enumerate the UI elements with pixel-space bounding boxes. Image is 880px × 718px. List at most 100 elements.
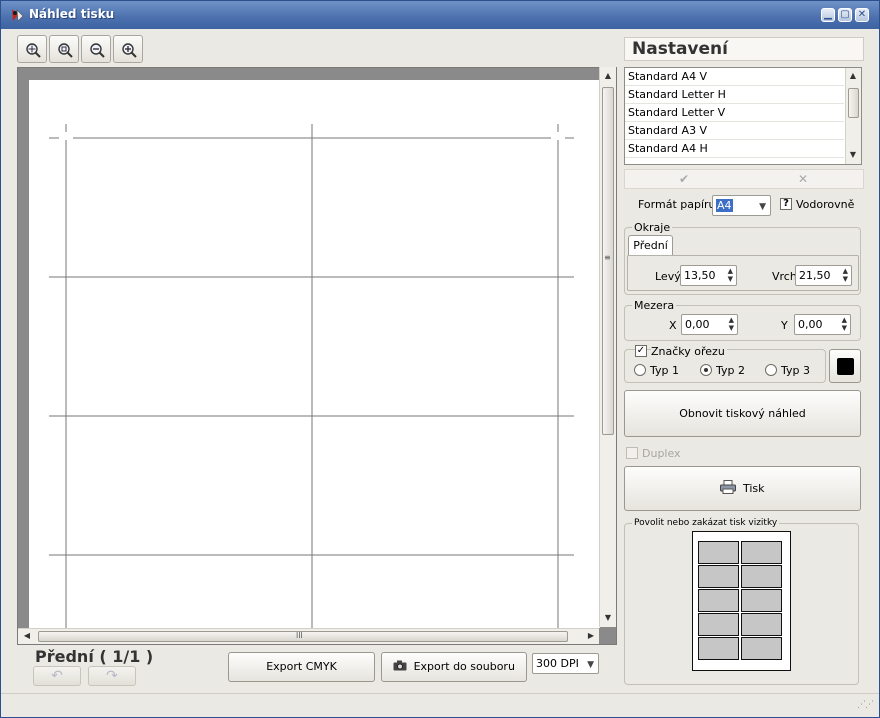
refresh-preview-button[interactable]: Obnovit tiskový náhled	[624, 390, 861, 437]
spinner-arrows-icon[interactable]: ▲ ▼	[729, 316, 734, 332]
cards-group-title: Povolit nebo zakázat tisk vizitky	[632, 518, 780, 528]
list-item[interactable]: Standard Letter V	[625, 104, 844, 122]
scroll-down-icon[interactable]: ▼	[846, 148, 860, 162]
crop-color-button[interactable]	[829, 349, 861, 383]
redo-icon: ↷	[106, 668, 118, 684]
presets-list[interactable]: Standard A4 V Standard Letter H Standard…	[624, 67, 862, 165]
resize-grip-icon[interactable]: ⋰⋰	[857, 700, 874, 710]
zoom-page-button[interactable]	[49, 35, 79, 63]
zoom-page-icon	[58, 43, 73, 58]
refresh-preview-label: Obnovit tiskový náhled	[679, 407, 806, 420]
list-item[interactable]: Standard Letter H	[625, 86, 844, 104]
color-swatch	[837, 358, 854, 375]
preview-page	[29, 80, 600, 640]
list-item[interactable]: Standard A4 H	[625, 140, 844, 158]
card-toggle[interactable]	[741, 541, 782, 564]
zoom-in-icon	[122, 43, 137, 58]
crop-type-1-radio[interactable]	[634, 364, 646, 376]
gap-title: Mezera	[632, 299, 677, 312]
preview-area[interactable]	[17, 67, 617, 645]
horizontal-scrollbar[interactable]: ◀ lll ▶	[18, 628, 599, 644]
close-button[interactable]: ✕	[855, 8, 869, 22]
horizontal-scroll-thumb[interactable]	[38, 631, 568, 642]
scroll-down-icon[interactable]: ▼	[601, 611, 615, 625]
crop-type-3-radio[interactable]	[765, 364, 777, 376]
preset-action-bar: ✔ ✕	[624, 169, 864, 189]
window-title: Náhled tisku	[29, 7, 115, 21]
left-margin-value: 13,50	[684, 269, 716, 282]
crop-type-2-label: Typ 2	[716, 364, 745, 377]
crop-marks-label: Značky ořezu	[651, 345, 727, 358]
undo-button[interactable]: ↶	[33, 666, 81, 686]
spinner-arrows-icon[interactable]: ▲ ▼	[843, 267, 848, 283]
card-toggle[interactable]	[698, 637, 739, 660]
chevron-down-icon: ▼	[759, 202, 766, 212]
minimize-button[interactable]: ▁	[821, 8, 835, 22]
gap-y-input[interactable]: 0,00 ▲ ▼	[794, 314, 851, 335]
card-toggle[interactable]	[698, 613, 739, 636]
margins-title: Okraje	[632, 221, 673, 234]
left-margin-input[interactable]: 13,50 ▲ ▼	[680, 265, 737, 286]
vertical-grip: ≡	[604, 253, 611, 262]
crop-type-2-radio[interactable]	[700, 364, 712, 376]
card-toggle[interactable]	[741, 565, 782, 588]
gap-x-input[interactable]: 0,00 ▲ ▼	[681, 314, 738, 335]
gap-y-label: Y	[781, 319, 788, 332]
print-button[interactable]: Tisk	[624, 466, 861, 511]
card-toggle[interactable]	[741, 637, 782, 660]
zoom-in-button[interactable]	[113, 35, 143, 63]
dpi-select[interactable]: 300 DPI ▼	[532, 653, 599, 674]
paper-format-label: Formát papíru	[638, 198, 716, 211]
top-margin-input[interactable]: 21,50 ▲ ▼	[795, 265, 852, 286]
print-label: Tisk	[742, 482, 765, 495]
scroll-left-icon[interactable]: ◀	[20, 629, 34, 643]
presets-scroll-thumb[interactable]	[848, 88, 859, 118]
gap-x-value: 0,00	[685, 318, 710, 331]
title-bar: Náhled tisku ▁ ▢ ✕	[1, 1, 879, 29]
paper-format-select[interactable]: A4 ▼	[712, 195, 771, 216]
export-cmyk-button[interactable]: Export CMYK	[228, 652, 375, 682]
apply-icon[interactable]: ✔	[679, 172, 689, 186]
dpi-value: 300 DPI	[536, 657, 579, 670]
list-item[interactable]: Standard A4 V	[625, 68, 844, 86]
settings-title: Nastavení	[624, 37, 864, 61]
redo-button[interactable]: ↷	[88, 666, 136, 686]
card-toggle[interactable]	[698, 589, 739, 612]
zoom-fit-button[interactable]	[17, 35, 47, 63]
tab-front[interactable]: Přední	[628, 235, 673, 256]
presets-scrollbar[interactable]: ▲ ▼	[845, 68, 861, 164]
crop-type-3-label: Typ 3	[781, 364, 810, 377]
print-preview-window: Náhled tisku ▁ ▢ ✕ ▲ ≡ ▼ ◀ lll ▶ Přední …	[0, 0, 880, 718]
delete-icon[interactable]: ✕	[798, 172, 808, 186]
scroll-up-icon[interactable]: ▲	[601, 69, 615, 83]
crop-marks-checkbox[interactable]: ✓	[635, 345, 647, 357]
gap-y-value: 0,00	[798, 318, 823, 331]
undo-icon: ↶	[51, 668, 63, 684]
landscape-checkbox[interactable]: ?	[780, 198, 792, 210]
paper-format-value: A4	[716, 199, 733, 212]
spinner-arrows-icon[interactable]: ▲ ▼	[842, 316, 847, 332]
gap-x-label: X	[669, 319, 677, 332]
printer-icon	[720, 480, 743, 495]
spinner-arrows-icon[interactable]: ▲ ▼	[728, 267, 733, 283]
list-item[interactable]: Standard A3 V	[625, 122, 844, 140]
duplex-checkbox[interactable]	[626, 447, 638, 459]
cards-page	[692, 531, 791, 671]
vertical-scrollbar[interactable]: ▲ ≡ ▼	[599, 67, 616, 627]
card-toggle[interactable]	[741, 613, 782, 636]
zoom-out-icon	[90, 43, 105, 58]
card-toggle[interactable]	[698, 565, 739, 588]
zoom-out-button[interactable]	[81, 35, 111, 63]
scroll-up-icon[interactable]: ▲	[846, 69, 860, 83]
status-bar: ⋰⋰	[1, 693, 879, 717]
crop-grid	[49, 124, 574, 640]
card-toggle[interactable]	[741, 589, 782, 612]
left-margin-label: Levý	[655, 270, 681, 283]
card-toggle[interactable]	[698, 541, 739, 564]
camera-icon	[393, 660, 414, 673]
maximize-button[interactable]: ▢	[838, 8, 852, 22]
landscape-label: Vodorovně	[796, 198, 855, 211]
scroll-right-icon[interactable]: ▶	[584, 629, 598, 643]
crop-type-1-label: Typ 1	[650, 364, 679, 377]
export-file-button[interactable]: Export do souboru	[381, 652, 527, 682]
